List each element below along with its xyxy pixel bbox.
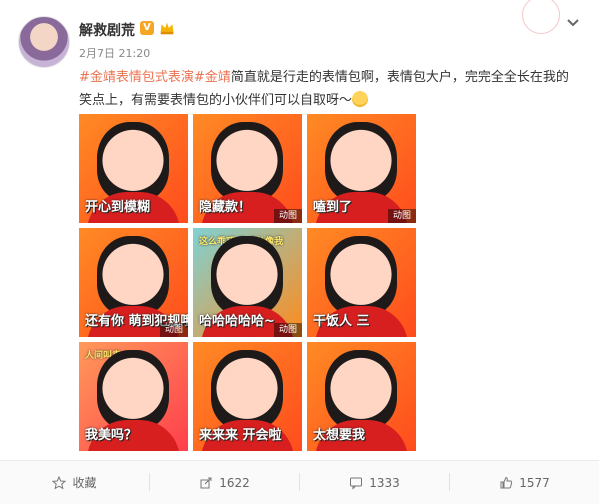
- face-illustration: [211, 236, 283, 316]
- image-tile[interactable]: 隐藏款！ 动图: [193, 114, 302, 223]
- face-illustration: [211, 122, 283, 202]
- image-caption: 我美吗？: [85, 428, 138, 443]
- image-grid: 开心到模糊 隐藏款！ 动图 嗑到了 动图 还有你 萌到犯规哦 动图 这么乖巧 有…: [79, 114, 418, 453]
- image-caption: 开心到模糊: [85, 200, 151, 215]
- stamp-decoration: [522, 0, 560, 34]
- favorite-button[interactable]: 收藏: [0, 461, 149, 504]
- image-caption: 来来来 开会啦: [199, 428, 282, 443]
- face-illustration: [325, 350, 397, 430]
- like-button[interactable]: 1577: [450, 461, 599, 504]
- verified-badge: V: [140, 21, 154, 35]
- image-tile[interactable]: 还有你 萌到犯规哦 动图: [79, 228, 188, 337]
- hashtag-link[interactable]: #金靖表情包式表演#: [79, 70, 205, 85]
- like-count: 1577: [519, 475, 550, 490]
- image-tile[interactable]: 来来来 开会啦: [193, 342, 302, 451]
- face-illustration: [97, 122, 169, 202]
- image-caption: 太想要我: [313, 428, 366, 443]
- star-icon: [52, 475, 67, 489]
- action-bar: 收藏 1622 1333 1577: [0, 460, 599, 504]
- mention-link[interactable]: 金靖: [205, 70, 231, 85]
- comment-icon: [350, 477, 363, 490]
- weibo-post-card: 解救剧荒 V 2月7日 21:20 #金靖表情包式表演#金靖简直就是行走的表情包…: [0, 0, 599, 504]
- gif-badge: 动图: [160, 323, 188, 337]
- favorite-label: 收藏: [72, 476, 97, 490]
- crown-icon: [160, 22, 174, 35]
- image-tile[interactable]: 太想要我: [307, 342, 416, 451]
- share-icon: [200, 477, 212, 488]
- image-tile[interactable]: 这么乖巧 有点儿像我 哈哈哈哈哈~ 动图: [193, 228, 302, 337]
- face-illustration: [211, 350, 283, 430]
- face-illustration: [325, 236, 397, 316]
- image-caption: 干饭人 三: [313, 314, 370, 329]
- author-name[interactable]: 解救剧荒: [79, 20, 135, 40]
- avatar[interactable]: [18, 16, 70, 68]
- repost-count: 1622: [219, 475, 250, 490]
- image-tile[interactable]: 干饭人 三: [307, 228, 416, 337]
- image-tile[interactable]: 嗑到了 动图: [307, 114, 416, 223]
- gif-badge: 动图: [388, 209, 416, 223]
- chevron-down-icon[interactable]: [565, 14, 581, 30]
- gif-badge: 动图: [274, 323, 302, 337]
- smiling-face-emoji-icon: [352, 91, 369, 107]
- face-illustration: [325, 122, 397, 202]
- image-tile[interactable]: 人间叫卖 我美吗？: [79, 342, 188, 451]
- post-time[interactable]: 2月7日 21:20: [79, 45, 150, 61]
- comment-count: 1333: [369, 475, 400, 490]
- face-illustration: [97, 236, 169, 316]
- gif-badge: 动图: [274, 209, 302, 223]
- face-illustration: [97, 350, 169, 430]
- thumbs-up-icon: [500, 476, 513, 488]
- comment-button[interactable]: 1333: [300, 461, 449, 504]
- post-text: #金靖表情包式表演#金靖简直就是行走的表情包啊，表情包大户，完完全全长在我的笑点…: [79, 66, 579, 112]
- image-tile[interactable]: 开心到模糊: [79, 114, 188, 223]
- repost-button[interactable]: 1622: [150, 461, 299, 504]
